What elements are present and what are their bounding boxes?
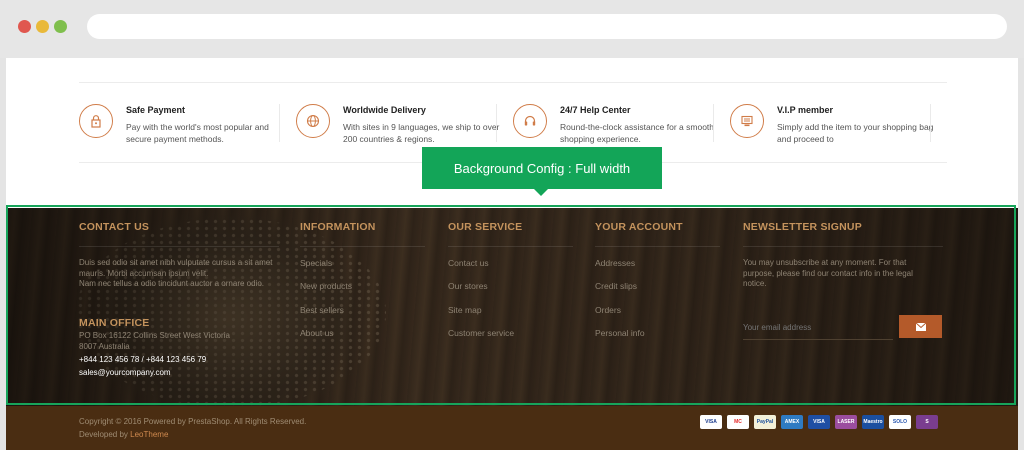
browser-chrome [0, 0, 1024, 58]
maestro-card-icon: Maestro [862, 415, 884, 429]
leotheme-link[interactable]: LeoTheme [130, 430, 168, 439]
developer-credit: Developed by LeoTheme [79, 429, 169, 439]
feature-description: Pay with the world's most popular and se… [126, 122, 269, 144]
feature-title: V.I.P member [777, 105, 834, 115]
mastercard-card-icon: MC [727, 415, 749, 429]
divider [930, 104, 931, 142]
solo-card-icon: SOLO [889, 415, 911, 429]
lock-icon [79, 104, 113, 138]
divider [496, 104, 497, 142]
feature-description: With sites in 9 languages, we ship to ov… [343, 122, 500, 144]
divider [279, 104, 280, 142]
paypal-card-icon: PayPal [754, 415, 776, 429]
copyright: Copyright © 2016 Powered by PrestaShop. … [79, 416, 306, 441]
address-bar[interactable] [87, 14, 1007, 39]
payment-methods: VISA MC PayPal AMEX VISA LASER Maestro SOLO S [700, 415, 938, 429]
laser-card-icon: LASER [835, 415, 857, 429]
feature-description: Round-the-clock assistance for a smooth … [560, 122, 715, 144]
page-content: Safe Payment Pay with the world's most p… [6, 58, 1018, 450]
headset-icon [513, 104, 547, 138]
feature-description: Simply add the item to your shopping bag… [777, 122, 934, 144]
feature-title: 24/7 Help Center [560, 105, 631, 115]
maximize-window-button[interactable] [54, 20, 67, 33]
full-width-highlight [6, 205, 1016, 405]
amex-card-icon: AMEX [781, 415, 803, 429]
switch-card-icon: S [916, 415, 938, 429]
feature-title: Worldwide Delivery [343, 105, 426, 115]
visa-card-icon: VISA [700, 415, 722, 429]
divider [713, 104, 714, 142]
globe-icon [296, 104, 330, 138]
footer: CONTACT US Duis sed odio sit amet nibh v… [6, 205, 1018, 450]
background-config-label: Background Config : Full width [422, 147, 662, 196]
copyright-text: Copyright © 2016 Powered by PrestaShop. … [79, 417, 307, 426]
visa-electron-card-icon: VISA [808, 415, 830, 429]
register-icon [730, 104, 764, 138]
divider [79, 82, 947, 83]
close-window-button[interactable] [18, 20, 31, 33]
feature-title: Safe Payment [126, 105, 186, 115]
minimize-window-button[interactable] [36, 20, 49, 33]
